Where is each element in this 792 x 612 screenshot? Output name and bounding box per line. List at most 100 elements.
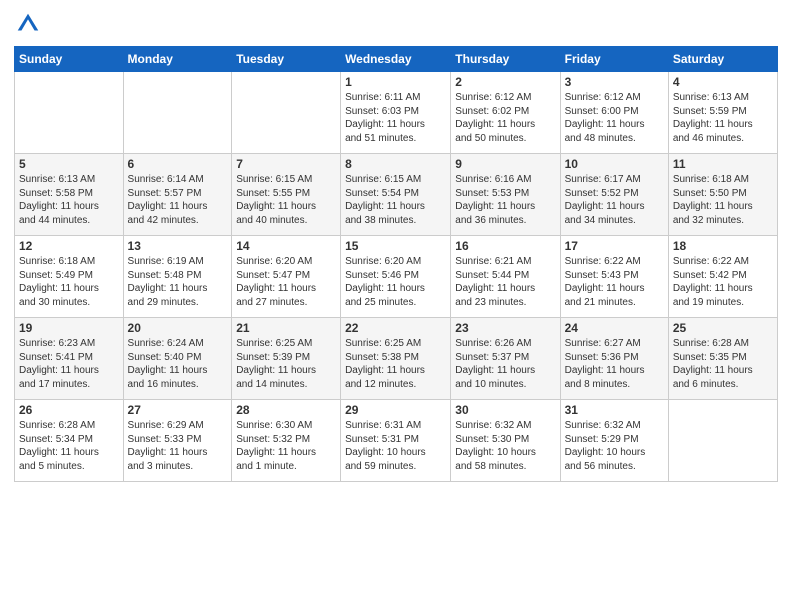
day-cell: 8 Sunrise: 6:15 AM Sunset: 5:54 PM Daylig…	[341, 154, 451, 236]
day-cell: 29 Sunrise: 6:31 AM Sunset: 5:31 PM Dayli…	[341, 400, 451, 482]
main-container: SundayMondayTuesdayWednesdayThursdayFrid…	[0, 0, 792, 612]
day-number: 24	[565, 321, 664, 335]
day-number: 11	[673, 157, 773, 171]
day-info: Sunrise: 6:20 AM Sunset: 5:47 PM Dayligh…	[236, 255, 336, 309]
day-cell: 15 Sunrise: 6:20 AM Sunset: 5:46 PM Dayli…	[341, 236, 451, 318]
day-info: Sunrise: 6:18 AM Sunset: 5:49 PM Dayligh…	[19, 255, 119, 309]
weekday-header: Sunday	[15, 47, 124, 72]
day-number: 29	[345, 403, 446, 417]
day-cell	[232, 72, 341, 154]
day-info: Sunrise: 6:30 AM Sunset: 5:32 PM Dayligh…	[236, 419, 336, 473]
day-number: 23	[455, 321, 555, 335]
day-cell: 2 Sunrise: 6:12 AM Sunset: 6:02 PM Daylig…	[451, 72, 560, 154]
day-number: 5	[19, 157, 119, 171]
weekday-header-row: SundayMondayTuesdayWednesdayThursdayFrid…	[15, 47, 778, 72]
day-cell: 31Sunrise: 6:32 AM Sunset: 5:29 PM Dayli…	[560, 400, 668, 482]
day-cell: 26 Sunrise: 6:28 AM Sunset: 5:34 PM Dayli…	[15, 400, 124, 482]
day-cell: 24 Sunrise: 6:27 AM Sunset: 5:36 PM Dayli…	[560, 318, 668, 400]
day-number: 25	[673, 321, 773, 335]
day-number: 17	[565, 239, 664, 253]
day-cell: 14 Sunrise: 6:20 AM Sunset: 5:47 PM Dayli…	[232, 236, 341, 318]
day-info: Sunrise: 6:14 AM Sunset: 5:57 PM Dayligh…	[128, 173, 228, 227]
day-number: 12	[19, 239, 119, 253]
day-number: 4	[673, 75, 773, 89]
day-number: 14	[236, 239, 336, 253]
day-number: 1	[345, 75, 446, 89]
day-info: Sunrise: 6:12 AM Sunset: 6:00 PM Dayligh…	[565, 91, 664, 145]
day-info: Sunrise: 6:22 AM Sunset: 5:42 PM Dayligh…	[673, 255, 773, 309]
day-cell: 22Sunrise: 6:25 AM Sunset: 5:38 PM Dayli…	[341, 318, 451, 400]
day-cell: 17 Sunrise: 6:22 AM Sunset: 5:43 PM Dayli…	[560, 236, 668, 318]
logo	[14, 10, 46, 38]
day-number: 7	[236, 157, 336, 171]
day-info: Sunrise: 6:16 AM Sunset: 5:53 PM Dayligh…	[455, 173, 555, 227]
week-row: 5 Sunrise: 6:13 AM Sunset: 5:58 PM Daylig…	[15, 154, 778, 236]
weekday-header: Saturday	[668, 47, 777, 72]
day-cell: 25 Sunrise: 6:28 AM Sunset: 5:35 PM Dayli…	[668, 318, 777, 400]
day-number: 28	[236, 403, 336, 417]
day-cell: 6 Sunrise: 6:14 AM Sunset: 5:57 PM Daylig…	[123, 154, 232, 236]
day-info: Sunrise: 6:11 AM Sunset: 6:03 PM Dayligh…	[345, 91, 446, 145]
day-cell: 10 Sunrise: 6:17 AM Sunset: 5:52 PM Dayli…	[560, 154, 668, 236]
day-cell	[123, 72, 232, 154]
day-number: 9	[455, 157, 555, 171]
day-info: Sunrise: 6:24 AM Sunset: 5:40 PM Dayligh…	[128, 337, 228, 391]
day-cell: 4 Sunrise: 6:13 AM Sunset: 5:59 PM Daylig…	[668, 72, 777, 154]
day-number: 26	[19, 403, 119, 417]
day-cell: 11Sunrise: 6:18 AM Sunset: 5:50 PM Dayli…	[668, 154, 777, 236]
week-row: 12 Sunrise: 6:18 AM Sunset: 5:49 PM Dayli…	[15, 236, 778, 318]
day-cell: 19Sunrise: 6:23 AM Sunset: 5:41 PM Dayli…	[15, 318, 124, 400]
day-number: 16	[455, 239, 555, 253]
day-info: Sunrise: 6:32 AM Sunset: 5:29 PM Dayligh…	[565, 419, 664, 473]
day-number: 6	[128, 157, 228, 171]
day-info: Sunrise: 6:28 AM Sunset: 5:35 PM Dayligh…	[673, 337, 773, 391]
week-row: 1 Sunrise: 6:11 AM Sunset: 6:03 PM Daylig…	[15, 72, 778, 154]
day-info: Sunrise: 6:27 AM Sunset: 5:36 PM Dayligh…	[565, 337, 664, 391]
day-number: 3	[565, 75, 664, 89]
day-number: 30	[455, 403, 555, 417]
day-cell: 12 Sunrise: 6:18 AM Sunset: 5:49 PM Dayli…	[15, 236, 124, 318]
logo-icon	[14, 10, 42, 38]
day-info: Sunrise: 6:25 AM Sunset: 5:39 PM Dayligh…	[236, 337, 336, 391]
weekday-header: Wednesday	[341, 47, 451, 72]
day-info: Sunrise: 6:29 AM Sunset: 5:33 PM Dayligh…	[128, 419, 228, 473]
day-info: Sunrise: 6:21 AM Sunset: 5:44 PM Dayligh…	[455, 255, 555, 309]
day-number: 21	[236, 321, 336, 335]
day-info: Sunrise: 6:12 AM Sunset: 6:02 PM Dayligh…	[455, 91, 555, 145]
day-info: Sunrise: 6:26 AM Sunset: 5:37 PM Dayligh…	[455, 337, 555, 391]
day-cell: 27Sunrise: 6:29 AM Sunset: 5:33 PM Dayli…	[123, 400, 232, 482]
day-number: 20	[128, 321, 228, 335]
day-info: Sunrise: 6:31 AM Sunset: 5:31 PM Dayligh…	[345, 419, 446, 473]
day-info: Sunrise: 6:25 AM Sunset: 5:38 PM Dayligh…	[345, 337, 446, 391]
day-number: 10	[565, 157, 664, 171]
weekday-header: Monday	[123, 47, 232, 72]
weekday-header: Tuesday	[232, 47, 341, 72]
day-info: Sunrise: 6:15 AM Sunset: 5:55 PM Dayligh…	[236, 173, 336, 227]
day-cell: 20 Sunrise: 6:24 AM Sunset: 5:40 PM Dayli…	[123, 318, 232, 400]
day-info: Sunrise: 6:22 AM Sunset: 5:43 PM Dayligh…	[565, 255, 664, 309]
day-info: Sunrise: 6:17 AM Sunset: 5:52 PM Dayligh…	[565, 173, 664, 227]
calendar: SundayMondayTuesdayWednesdayThursdayFrid…	[14, 46, 778, 482]
day-cell: 21 Sunrise: 6:25 AM Sunset: 5:39 PM Dayli…	[232, 318, 341, 400]
day-number: 2	[455, 75, 555, 89]
weekday-header: Friday	[560, 47, 668, 72]
day-info: Sunrise: 6:19 AM Sunset: 5:48 PM Dayligh…	[128, 255, 228, 309]
day-number: 8	[345, 157, 446, 171]
day-info: Sunrise: 6:32 AM Sunset: 5:30 PM Dayligh…	[455, 419, 555, 473]
day-cell: 18Sunrise: 6:22 AM Sunset: 5:42 PM Dayli…	[668, 236, 777, 318]
week-row: 26 Sunrise: 6:28 AM Sunset: 5:34 PM Dayli…	[15, 400, 778, 482]
day-number: 15	[345, 239, 446, 253]
day-number: 19	[19, 321, 119, 335]
day-info: Sunrise: 6:13 AM Sunset: 5:59 PM Dayligh…	[673, 91, 773, 145]
day-cell: 7 Sunrise: 6:15 AM Sunset: 5:55 PM Daylig…	[232, 154, 341, 236]
day-info: Sunrise: 6:20 AM Sunset: 5:46 PM Dayligh…	[345, 255, 446, 309]
day-cell: 13Sunrise: 6:19 AM Sunset: 5:48 PM Dayli…	[123, 236, 232, 318]
day-cell: 3 Sunrise: 6:12 AM Sunset: 6:00 PM Daylig…	[560, 72, 668, 154]
day-cell: 1 Sunrise: 6:11 AM Sunset: 6:03 PM Daylig…	[341, 72, 451, 154]
header	[14, 10, 778, 38]
day-info: Sunrise: 6:13 AM Sunset: 5:58 PM Dayligh…	[19, 173, 119, 227]
day-cell: 16 Sunrise: 6:21 AM Sunset: 5:44 PM Dayli…	[451, 236, 560, 318]
day-info: Sunrise: 6:15 AM Sunset: 5:54 PM Dayligh…	[345, 173, 446, 227]
week-row: 19Sunrise: 6:23 AM Sunset: 5:41 PM Dayli…	[15, 318, 778, 400]
day-info: Sunrise: 6:28 AM Sunset: 5:34 PM Dayligh…	[19, 419, 119, 473]
